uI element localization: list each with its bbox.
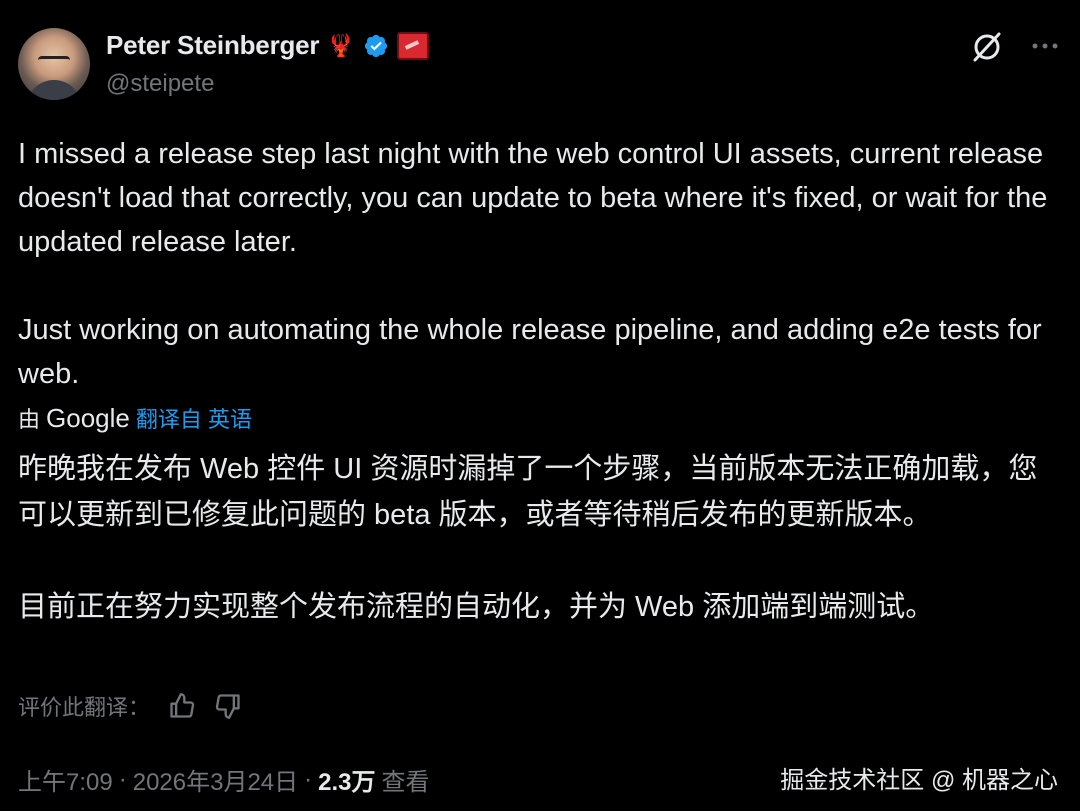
translation-prefix: 由 bbox=[18, 407, 41, 432]
translated-text: 昨晚我在发布 Web 控件 UI 资源时漏掉了一个步骤，当前版本无法正确加载，您… bbox=[18, 453, 1038, 623]
tweet-header: Peter Steinberger 🦞 @steipete bbox=[18, 26, 1062, 106]
avatar-glasses bbox=[38, 56, 70, 67]
avatar-shirt bbox=[26, 80, 82, 100]
meta-separator: · bbox=[118, 765, 127, 793]
rate-translation: 评价此翻译： bbox=[18, 690, 242, 722]
views-label: 查看 bbox=[381, 769, 430, 796]
meta-separator: · bbox=[304, 765, 313, 793]
author-name-row: Peter Steinberger 🦞 bbox=[106, 30, 429, 61]
rate-translation-label: 评价此翻译： bbox=[18, 695, 151, 720]
avatar[interactable] bbox=[18, 28, 90, 100]
tweet-meta: 上午7:09 · 2026年3月24日 · 2.3万 查看 bbox=[18, 762, 430, 797]
google-logo: Google bbox=[46, 402, 130, 433]
grok-icon[interactable] bbox=[970, 30, 1004, 64]
source-watermark: 掘金技术社区 @ 机器之心 bbox=[780, 767, 1058, 794]
translation-attribution: 由 Google 翻译自 英语 bbox=[18, 402, 252, 434]
tweet-date[interactable]: 2026年3月24日 bbox=[133, 762, 298, 797]
tweet-text: I missed a release step last night with … bbox=[18, 138, 1048, 390]
translation-source-link[interactable]: 翻译自 英语 bbox=[136, 402, 252, 434]
author-handle[interactable]: @steipete bbox=[106, 70, 214, 98]
author-name[interactable]: Peter Steinberger bbox=[106, 30, 320, 61]
verified-icon[interactable] bbox=[363, 33, 389, 59]
more-icon[interactable] bbox=[1030, 34, 1060, 58]
lobster-emoji: 🦞 bbox=[327, 32, 355, 58]
tweet-time[interactable]: 上午7:09 bbox=[18, 762, 113, 797]
thumbs-down-icon[interactable] bbox=[214, 692, 242, 720]
views-count[interactable]: 2.3万 bbox=[318, 762, 375, 797]
affiliate-badge-icon[interactable] bbox=[396, 31, 429, 60]
thumbs-up-icon[interactable] bbox=[168, 692, 196, 720]
